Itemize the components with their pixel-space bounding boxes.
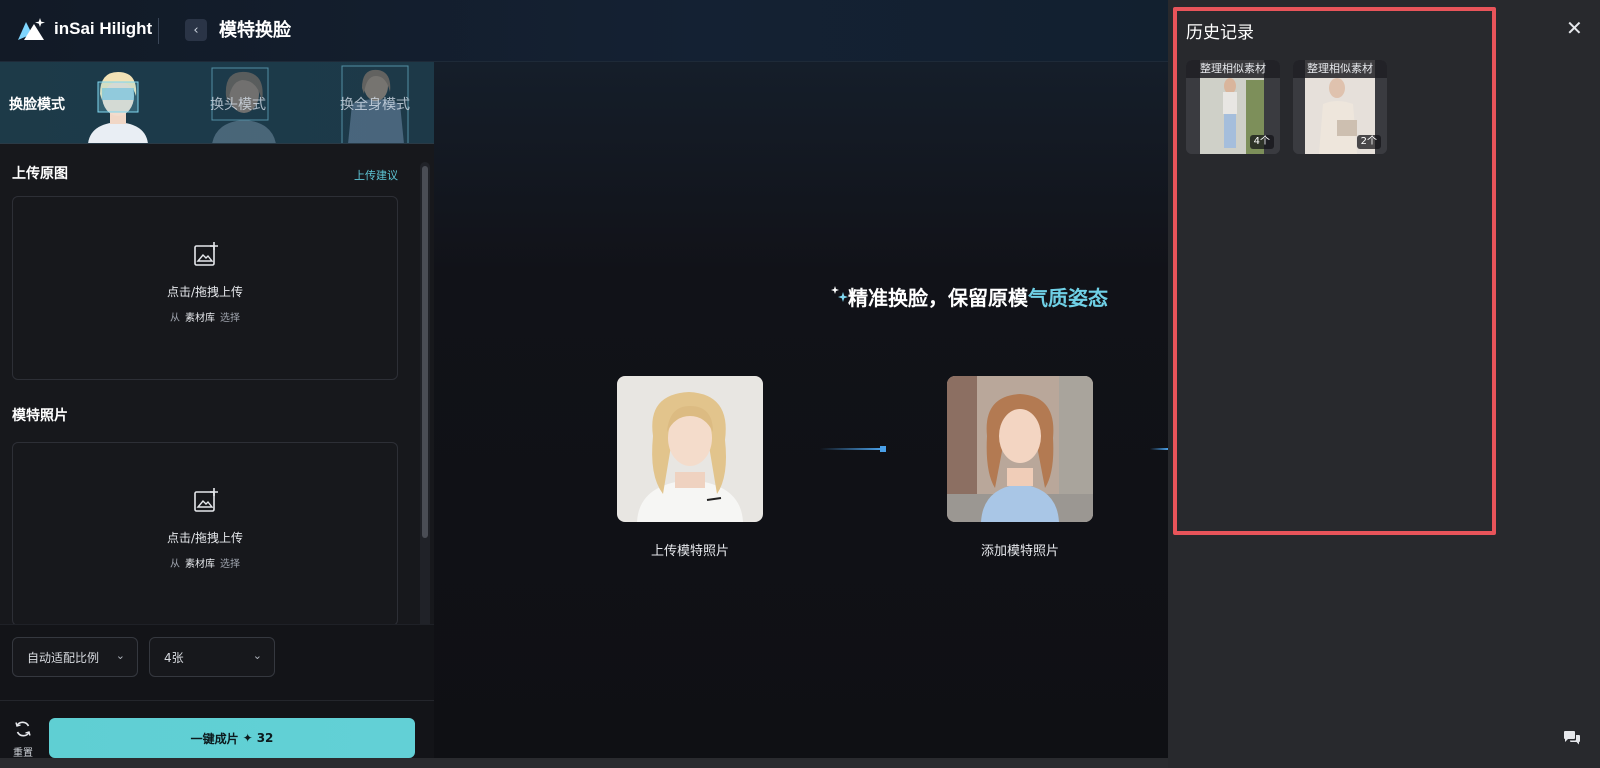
history-panel: 历史记录 ✕ 整理相似素材 4个 整理相似素材 2个 — [1168, 0, 1600, 768]
model-photo-title: 模特照片 — [12, 408, 68, 424]
from-text: 从 — [170, 313, 180, 324]
mode-tabs: 换脸模式 换头模式 换全身模式 — [0, 62, 434, 144]
step-caption: 上传模特照片 — [650, 544, 729, 559]
choose-text: 选择 — [220, 313, 240, 324]
history-title: 历史记录 — [1186, 23, 1254, 43]
count-value: 4张 — [164, 650, 184, 665]
upload-original-title: 上传原图 — [12, 166, 68, 182]
step-caption: 添加模特照片 — [980, 544, 1059, 559]
ratio-select[interactable]: 自动适配比例 ⌄ — [12, 637, 138, 677]
step-connector — [1150, 448, 1168, 450]
scrollbar[interactable] — [420, 162, 430, 702]
history-item-count: 4个 — [1249, 135, 1274, 149]
generate-button[interactable]: 一键成片 ✦ 32 — [49, 718, 415, 758]
upload-original-dropzone[interactable]: 点击/拖拽上传 从素材库 选择 — [12, 196, 398, 380]
cost-value: 32 — [256, 731, 274, 745]
history-item-count: 2个 — [1356, 135, 1381, 149]
bottom-strip — [0, 758, 1168, 768]
reset-button[interactable]: 重置 — [10, 720, 36, 759]
history-item[interactable]: 整理相似素材 2个 — [1293, 60, 1387, 154]
image-add-icon — [194, 488, 218, 512]
chevron-down-icon: ⌄ — [252, 649, 262, 662]
step-image-add — [947, 376, 1093, 522]
upload-label: 点击/拖拽上传 — [166, 285, 244, 299]
logo-text: inSai Hilight — [54, 19, 153, 38]
upload-label: 点击/拖拽上传 — [166, 531, 244, 545]
chevron-down-icon: ⌄ — [115, 649, 125, 662]
close-icon[interactable]: ✕ — [1566, 16, 1583, 40]
model-photo-dropzone[interactable]: 点击/拖拽上传 从素材库 选择 — [12, 442, 398, 626]
step-connector-dot — [880, 446, 886, 452]
library-link[interactable]: 素材库 — [185, 313, 215, 324]
page-title: 模特换脸 — [219, 20, 291, 41]
back-button[interactable]: ‹ — [185, 19, 207, 41]
top-bar: inSai Hilight ‹ 模特换脸 — [0, 0, 1168, 62]
count-select[interactable]: 4张 ⌄ — [149, 637, 275, 677]
logo[interactable]: inSai Hilight — [16, 16, 152, 42]
upload-from-library: 从素材库 选择 — [13, 555, 397, 570]
from-text: 从 — [170, 559, 180, 570]
scroll-thumb[interactable] — [422, 166, 428, 538]
history-item-label: 整理相似素材 — [1293, 60, 1387, 78]
chat-icon[interactable] — [1563, 730, 1581, 746]
divider — [0, 700, 434, 701]
refresh-icon — [15, 721, 31, 737]
upload-from-library: 从素材库 选择 — [13, 309, 397, 324]
reset-label: 重置 — [13, 748, 33, 759]
tab-head-swap[interactable]: 换头模式 — [210, 94, 266, 114]
logo-icon — [18, 18, 45, 40]
back-icon: ‹ — [193, 22, 199, 38]
library-link[interactable]: 素材库 — [185, 559, 215, 570]
step-image-upload — [617, 376, 763, 522]
headline-accent: 气质姿态 — [1028, 286, 1108, 310]
tab-face-swap[interactable]: 换脸模式 — [9, 94, 65, 114]
divider — [158, 18, 159, 44]
left-panel: 换脸模式 换头模式 换全身模式 上传原图 上传建议 点击/拖拽上传 从素材库 选择… — [0, 62, 434, 768]
history-item[interactable]: 整理相似素材 4个 — [1186, 60, 1280, 154]
step-connector — [820, 448, 882, 450]
history-item-label: 整理相似素材 — [1186, 60, 1280, 78]
ratio-value: 自动适配比例 — [27, 650, 100, 665]
sparkle-icon — [831, 286, 848, 302]
choose-text: 选择 — [220, 559, 240, 570]
cost-icon: ✦ — [242, 731, 253, 745]
face-swap-mode-image — [88, 72, 148, 143]
headline: 精准换脸，保留原模气质姿态 — [848, 282, 1108, 311]
tab-full-body-swap[interactable]: 换全身模式 — [340, 94, 410, 114]
image-add-icon — [194, 242, 218, 266]
main-showcase: 精准换脸，保留原模气质姿态 上传模特照片 添加模特照片 — [434, 62, 1168, 768]
headline-main: 精准换脸，保留原模 — [848, 286, 1028, 310]
upload-tip-link[interactable]: 上传建议 — [354, 167, 398, 183]
generate-label: 一键成片 — [190, 731, 239, 746]
